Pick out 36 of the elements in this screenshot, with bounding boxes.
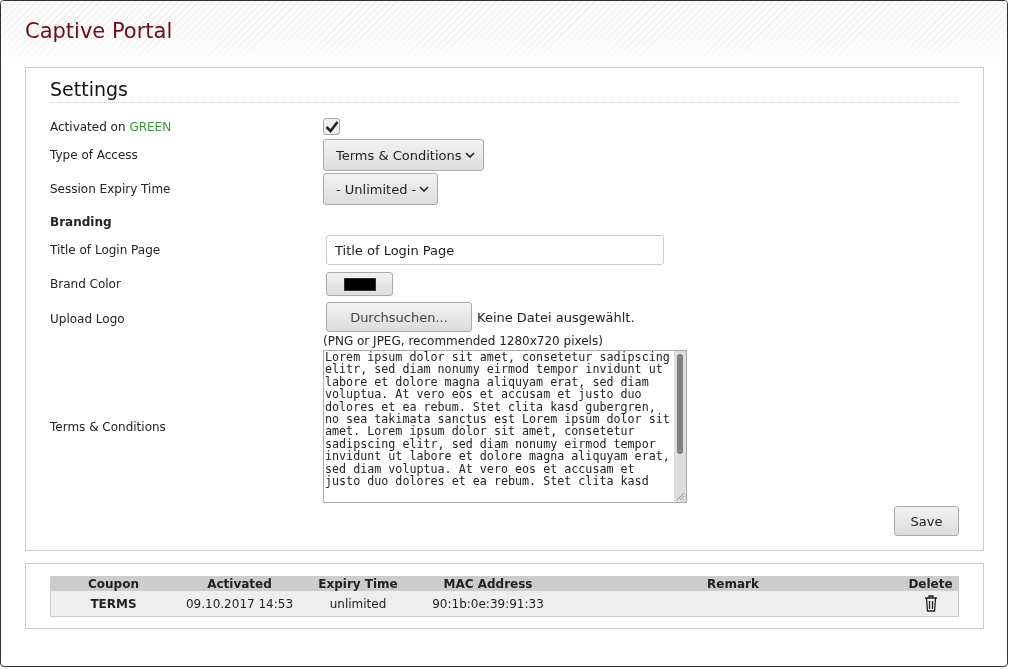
table-cell: unlimited [303, 591, 413, 617]
trash-icon[interactable] [923, 595, 938, 612]
field-label: Title of Login Page [50, 243, 162, 257]
column-header: Delete [903, 576, 959, 591]
color-picker[interactable] [326, 272, 393, 296]
column-header: Activated [176, 576, 303, 591]
table-cell: TERMS [50, 591, 176, 617]
file-status: Keine Datei ausgewählt. [477, 309, 635, 325]
table-cell: 09.10.2017 14:53 [176, 591, 303, 617]
text-area[interactable]: Lorem ipsum dolor sit amet, consetetur sadipscing elitr, sed diam nonumy eirmod tempor invidunt ut labore et dolore magna aliquyam erat, sed diam voluptua. At vero eos et accusam et justo duo dolores et ea rebum. Stet clita kasd gubergren, no sea takimata sanctus est Lorem ipsum dolor sit amet. Lorem ipsum dolor sit amet, consetetur sadipscing elitr, sed diam nonumy eirmod tempor invidunt ut labore et dolore magna aliquyam erat, sed diam voluptua. At vero eos et accusam et justo duo dolores et ea rebum. Stet clita kasd [323, 350, 687, 503]
zone-label: GREEN [129, 120, 172, 134]
column-header: Remark [563, 576, 903, 591]
caret-icon [464, 152, 475, 158]
column-header: MAC Address [413, 576, 563, 591]
resize-grip-icon[interactable] [675, 491, 685, 501]
field-label: Activated on [50, 120, 127, 134]
table-cell: 90:1b:0e:39:91:33 [413, 591, 563, 617]
hint-text: (PNG or JPEG, recommended 1280x720 pixels) [323, 334, 604, 348]
dropdown[interactable]: Terms & Conditions [323, 139, 484, 171]
dropdown[interactable]: - Unlimited - [323, 173, 439, 205]
column-header: Coupon [50, 576, 176, 591]
text-field[interactable]: Title of Login Page [326, 235, 664, 265]
column-header: Expiry Time [303, 576, 413, 591]
browse-button[interactable]: Durchsuchen... [326, 302, 472, 332]
field-label: Upload Logo [50, 312, 126, 326]
scrollbar[interactable] [674, 351, 686, 502]
caret-icon [419, 186, 430, 192]
save-button[interactable]: Save [894, 506, 959, 536]
field-label: Session Expiry Time [50, 182, 172, 196]
field-label: Terms & Conditions [50, 419, 167, 434]
checkbox[interactable] [323, 118, 340, 136]
section-heading: Branding [50, 215, 112, 229]
page-title: Captive Portal [25, 19, 174, 43]
section-title: Settings [50, 78, 959, 103]
field-label: Brand Color [50, 277, 122, 291]
field-label: Type of Access [50, 148, 139, 162]
